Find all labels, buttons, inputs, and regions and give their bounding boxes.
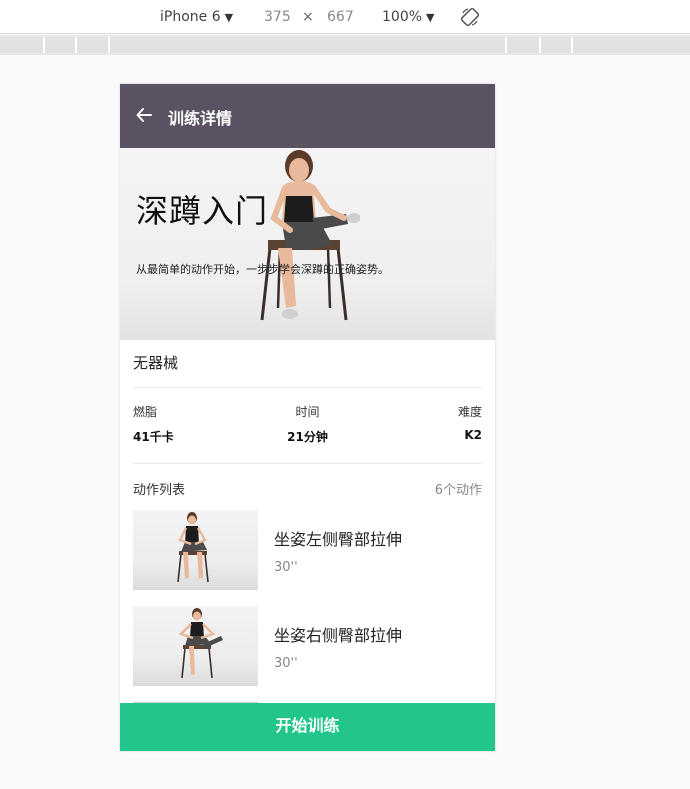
start-training-button[interactable]: 开始训练 [120, 703, 495, 751]
app-header: 训练详情 [120, 84, 495, 148]
stat-time: 时间 21分钟 [133, 403, 482, 445]
divider [133, 463, 482, 464]
stat-value: K2 [464, 428, 482, 442]
media-query-ruler[interactable] [0, 35, 690, 55]
action-name: 坐姿右侧臀部拉伸 [274, 626, 403, 645]
action-duration: 30'' [274, 656, 298, 671]
action-thumbnail [133, 606, 258, 686]
action-count: 6个动作 [434, 483, 482, 498]
stat-label: 时间 [295, 405, 320, 419]
rotate-icon[interactable] [460, 7, 480, 27]
exercise-figure-image [178, 608, 223, 679]
workout-figure-image [260, 150, 360, 321]
caret-down-icon: ▼ [426, 11, 435, 24]
stat-label: 难度 [457, 405, 482, 419]
zoom-select[interactable]: 100% ▼ [382, 8, 435, 27]
action-list-header: 动作列表 6个动作 [133, 479, 482, 498]
zoom-value: 100% [382, 9, 423, 25]
action-thumbnail [133, 510, 258, 590]
device-name: iPhone 6 [160, 9, 221, 25]
times-symbol: × [302, 9, 314, 25]
width-input[interactable]: 375 [264, 8, 291, 26]
device-select[interactable]: iPhone 6 ▼ [160, 8, 233, 27]
action-item[interactable]: 坐姿右侧臀部拉伸 30'' [133, 606, 482, 686]
action-list-label: 动作列表 [133, 483, 186, 498]
action-item[interactable]: 坐姿左侧臀部拉伸 30'' [133, 510, 482, 590]
stat-difficulty: 难度 K2 [458, 403, 482, 442]
divider [133, 387, 482, 388]
stat-value: 21分钟 [287, 430, 328, 444]
workout-stats: 燃脂 41千卡 时间 21分钟 难度 K2 [133, 403, 482, 445]
devtools-device-toolbar: iPhone 6 ▼ 375 × 667 100% ▼ [0, 0, 690, 34]
action-duration: 30'' [274, 560, 298, 575]
hero-banner: 深蹲入门 从最简单的动作开始，一步步学会深蹲的正确姿势。 [120, 148, 495, 340]
caret-down-icon: ▼ [224, 11, 234, 24]
height-input[interactable]: 667 [327, 8, 354, 26]
equipment-label: 无器械 [133, 354, 179, 372]
action-name: 坐姿左侧臀部拉伸 [274, 530, 403, 549]
page-title: 训练详情 [168, 109, 233, 128]
phone-viewport: 训练详情 深蹲入门 从最简单的动作开始，一步步学会深蹲的正确姿势。 无器械 燃脂… [120, 84, 495, 751]
exercise-figure-image [177, 512, 209, 583]
workout-title: 深蹲入门 [136, 192, 269, 230]
arrow-left-icon[interactable] [135, 106, 153, 124]
workout-description: 从最简单的动作开始，一步步学会深蹲的正确姿势。 [136, 263, 389, 276]
